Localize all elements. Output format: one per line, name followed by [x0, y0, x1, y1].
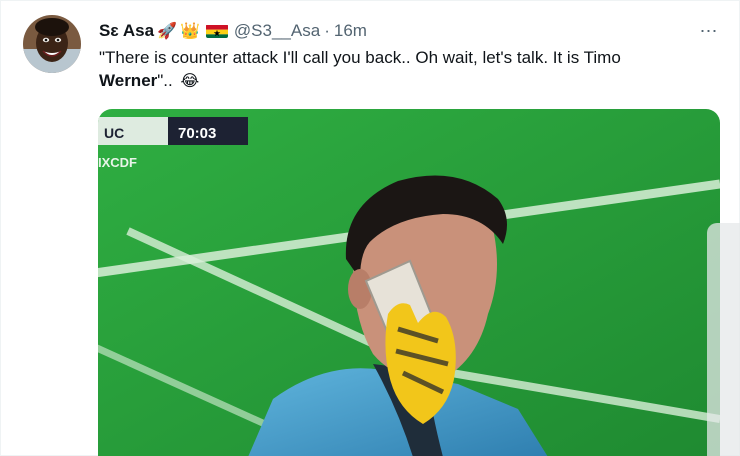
crown-icon: 👑: [180, 21, 200, 40]
display-name[interactable]: Sɛ Asa: [99, 21, 154, 41]
scroll-edge: [707, 223, 740, 456]
tweet-header: Sɛ Asa 🚀 👑 @S3__Asa · 16m: [99, 19, 367, 43]
timestamp[interactable]: 16m: [334, 21, 367, 41]
tweet-text-bold: Werner: [99, 71, 158, 90]
scorebug-subtext: IXCDF: [98, 155, 137, 170]
tweet-media-image[interactable]: UC 70:03 IXCDF: [98, 109, 720, 456]
scorebug-clock: 70:03: [178, 125, 216, 142]
tweet-text-after: "..: [157, 71, 173, 90]
ghana-flag-icon: [205, 24, 228, 38]
rocket-icon: 🚀: [157, 21, 177, 40]
tweet-text-line1: "There is counter attack I'll call you b…: [99, 48, 621, 67]
avatar[interactable]: [23, 15, 81, 73]
user-handle[interactable]: @S3__Asa: [234, 21, 320, 41]
scorebug-team: UC: [104, 125, 124, 141]
tweet-text: "There is counter attack I'll call you b…: [99, 46, 719, 92]
more-options-icon[interactable]: ⋯: [695, 21, 723, 41]
football-photo: UC 70:03 IXCDF: [98, 109, 720, 456]
tweet-card[interactable]: Sɛ Asa 🚀 👑 @S3__Asa · 16m ⋯ "There is co…: [0, 0, 740, 456]
laughing-emoji-icon: 😂: [180, 71, 200, 90]
separator-dot: ·: [324, 21, 330, 40]
